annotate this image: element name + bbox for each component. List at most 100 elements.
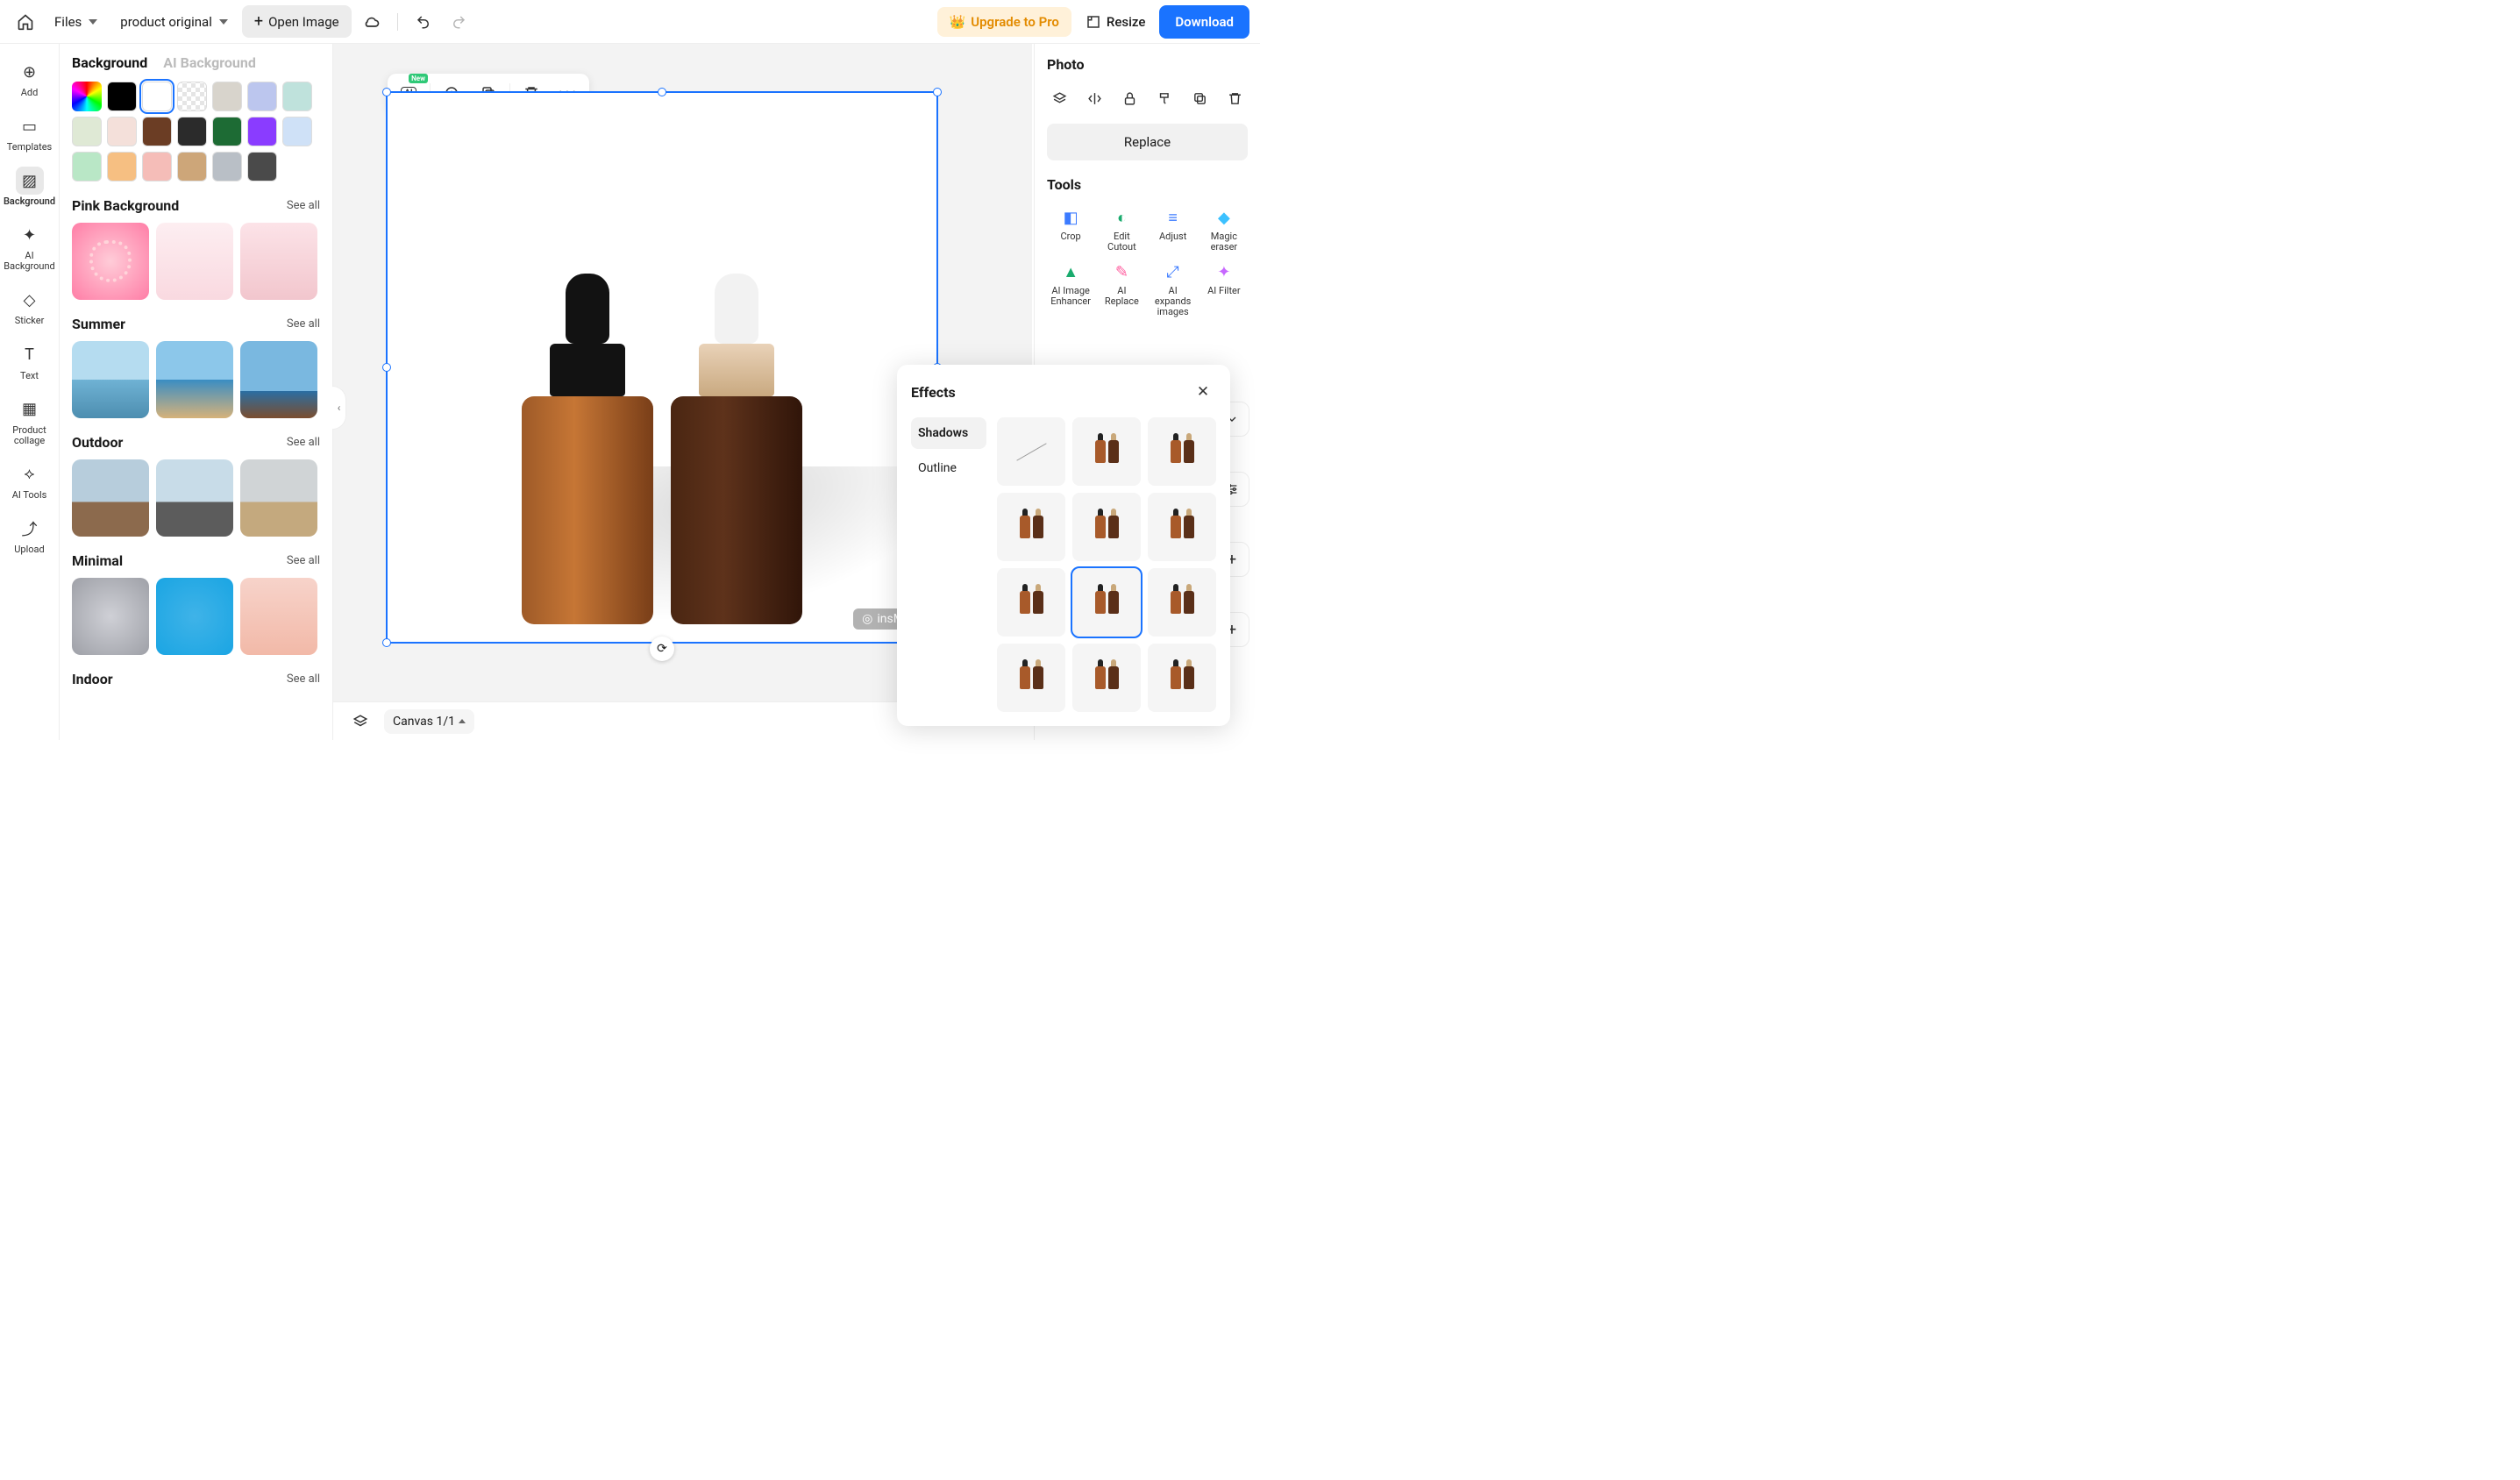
tool-ai-image-enhancer[interactable]: ▲ AI Image Enhancer [1047,260,1094,319]
copy-icon[interactable] [1186,85,1213,111]
effect-preset[interactable] [1072,644,1141,712]
effect-preset[interactable] [1148,568,1216,637]
color-swatch[interactable] [72,117,102,146]
color-swatch[interactable] [212,117,242,146]
layers-icon[interactable] [345,707,375,736]
effect-preset[interactable] [1072,417,1141,486]
color-swatch[interactable] [142,117,172,146]
background-thumb[interactable] [156,223,233,300]
rail-item-upload[interactable]: ⤴ Upload [4,509,56,562]
upgrade-button[interactable]: 👑 Upgrade to Pro [937,7,1071,37]
trash-icon[interactable] [1221,85,1248,111]
color-swatch[interactable] [212,82,242,111]
see-all-link[interactable]: See all [287,672,320,686]
effect-preset[interactable] [1148,417,1216,486]
tab-background[interactable]: Background [72,54,147,71]
color-swatch[interactable] [177,152,207,181]
redo-icon[interactable] [444,7,473,37]
home-icon[interactable] [11,7,40,37]
files-menu[interactable]: Files [46,9,106,35]
color-swatch[interactable] [177,117,207,146]
project-name-menu[interactable]: product original [111,9,237,35]
flip-horizontal-icon[interactable] [1082,85,1108,111]
tool-magic-eraser[interactable]: ◆ Magic eraser [1200,205,1248,254]
rail-item-product-collage[interactable]: ▦ Product collage [4,390,56,453]
canvas-selector[interactable]: Canvas 1/1 [384,709,474,734]
color-swatch[interactable] [107,117,137,146]
color-swatch[interactable] [282,82,312,111]
color-swatch[interactable] [72,152,102,181]
cloud-sync-icon[interactable] [357,7,387,37]
color-swatch[interactable] [247,117,277,146]
color-swatch[interactable] [107,152,137,181]
canvas[interactable]: ◎ insMind ⟳ [386,91,938,644]
color-swatch[interactable] [142,152,172,181]
background-thumb[interactable] [240,341,317,418]
resize-handle[interactable] [658,88,666,96]
resize-handle[interactable] [933,88,942,96]
download-button[interactable]: Download [1159,5,1249,39]
replace-button[interactable]: Replace [1047,124,1248,160]
color-swatch[interactable] [212,152,242,181]
effect-preset[interactable] [1148,493,1216,561]
effects-tab-outline[interactable]: Outline [911,452,986,484]
close-icon[interactable]: ✕ [1190,379,1216,405]
tool-crop[interactable]: ◧ Crop [1047,205,1094,254]
see-all-link[interactable]: See all [287,317,320,331]
resize-handle[interactable] [382,638,391,647]
effect-preset[interactable] [997,417,1065,486]
background-thumb[interactable] [156,459,233,537]
rail-item-background[interactable]: ▨ Background [4,161,56,214]
resize-handle[interactable] [382,363,391,372]
color-swatch[interactable] [177,82,207,111]
effect-preset[interactable] [997,493,1065,561]
background-thumb[interactable] [72,341,149,418]
background-thumb[interactable] [240,459,317,537]
effect-preset[interactable] [1072,568,1141,637]
format-paint-icon[interactable] [1151,85,1178,111]
collapse-panel-button[interactable]: ‹ [332,386,346,430]
effects-tab-shadows[interactable]: Shadows [911,417,986,449]
rail-item-text[interactable]: T Text [4,336,56,388]
background-thumb[interactable] [156,578,233,655]
rotate-handle[interactable]: ⟳ [650,637,674,661]
color-swatch[interactable] [72,82,102,111]
tool-ai-filter[interactable]: ✦ AI Filter [1200,260,1248,319]
see-all-link[interactable]: See all [287,436,320,449]
undo-icon[interactable] [409,7,438,37]
color-swatch[interactable] [247,152,277,181]
rail-item-sticker[interactable]: ◇ Sticker [4,281,56,333]
tool-ai-expands-images[interactable]: ⤢ AI expands images [1150,260,1197,319]
color-swatch[interactable] [247,82,277,111]
see-all-link[interactable]: See all [287,199,320,212]
background-thumb[interactable] [72,578,149,655]
color-swatch[interactable] [107,82,137,111]
see-all-link[interactable]: See all [287,554,320,567]
open-image-button[interactable]: + Open Image [242,5,352,38]
tool-edit-cutout[interactable]: ◐ Edit Cutout [1098,205,1145,254]
color-swatch[interactable] [142,82,172,111]
effect-preset[interactable] [1072,493,1141,561]
lock-icon[interactable] [1117,85,1143,111]
color-swatch[interactable] [282,117,312,146]
resize-button[interactable]: Resize [1077,7,1154,37]
rail-item-add[interactable]: ⊕ Add [4,53,56,105]
background-thumb[interactable] [156,341,233,418]
product-image[interactable] [405,119,919,624]
rail-item-templates[interactable]: ▭ Templates [4,107,56,160]
effect-preset[interactable] [997,568,1065,637]
plus-icon: + [254,12,263,31]
resize-handle[interactable] [382,88,391,96]
tab-ai-background[interactable]: AI Background [163,54,256,71]
rail-item-ai-background[interactable]: ✦ AI Background [4,216,56,279]
layers-icon[interactable] [1047,85,1073,111]
effect-preset[interactable] [997,644,1065,712]
rail-item-ai-tools[interactable]: ⟡ AI Tools [4,455,56,508]
background-thumb[interactable] [72,459,149,537]
background-thumb[interactable] [72,223,149,300]
background-thumb[interactable] [240,223,317,300]
background-thumb[interactable] [240,578,317,655]
effect-preset[interactable] [1148,644,1216,712]
tool-adjust[interactable]: ≡ Adjust [1150,205,1197,254]
tool-ai-replace[interactable]: ✎ AI Replace [1098,260,1145,319]
